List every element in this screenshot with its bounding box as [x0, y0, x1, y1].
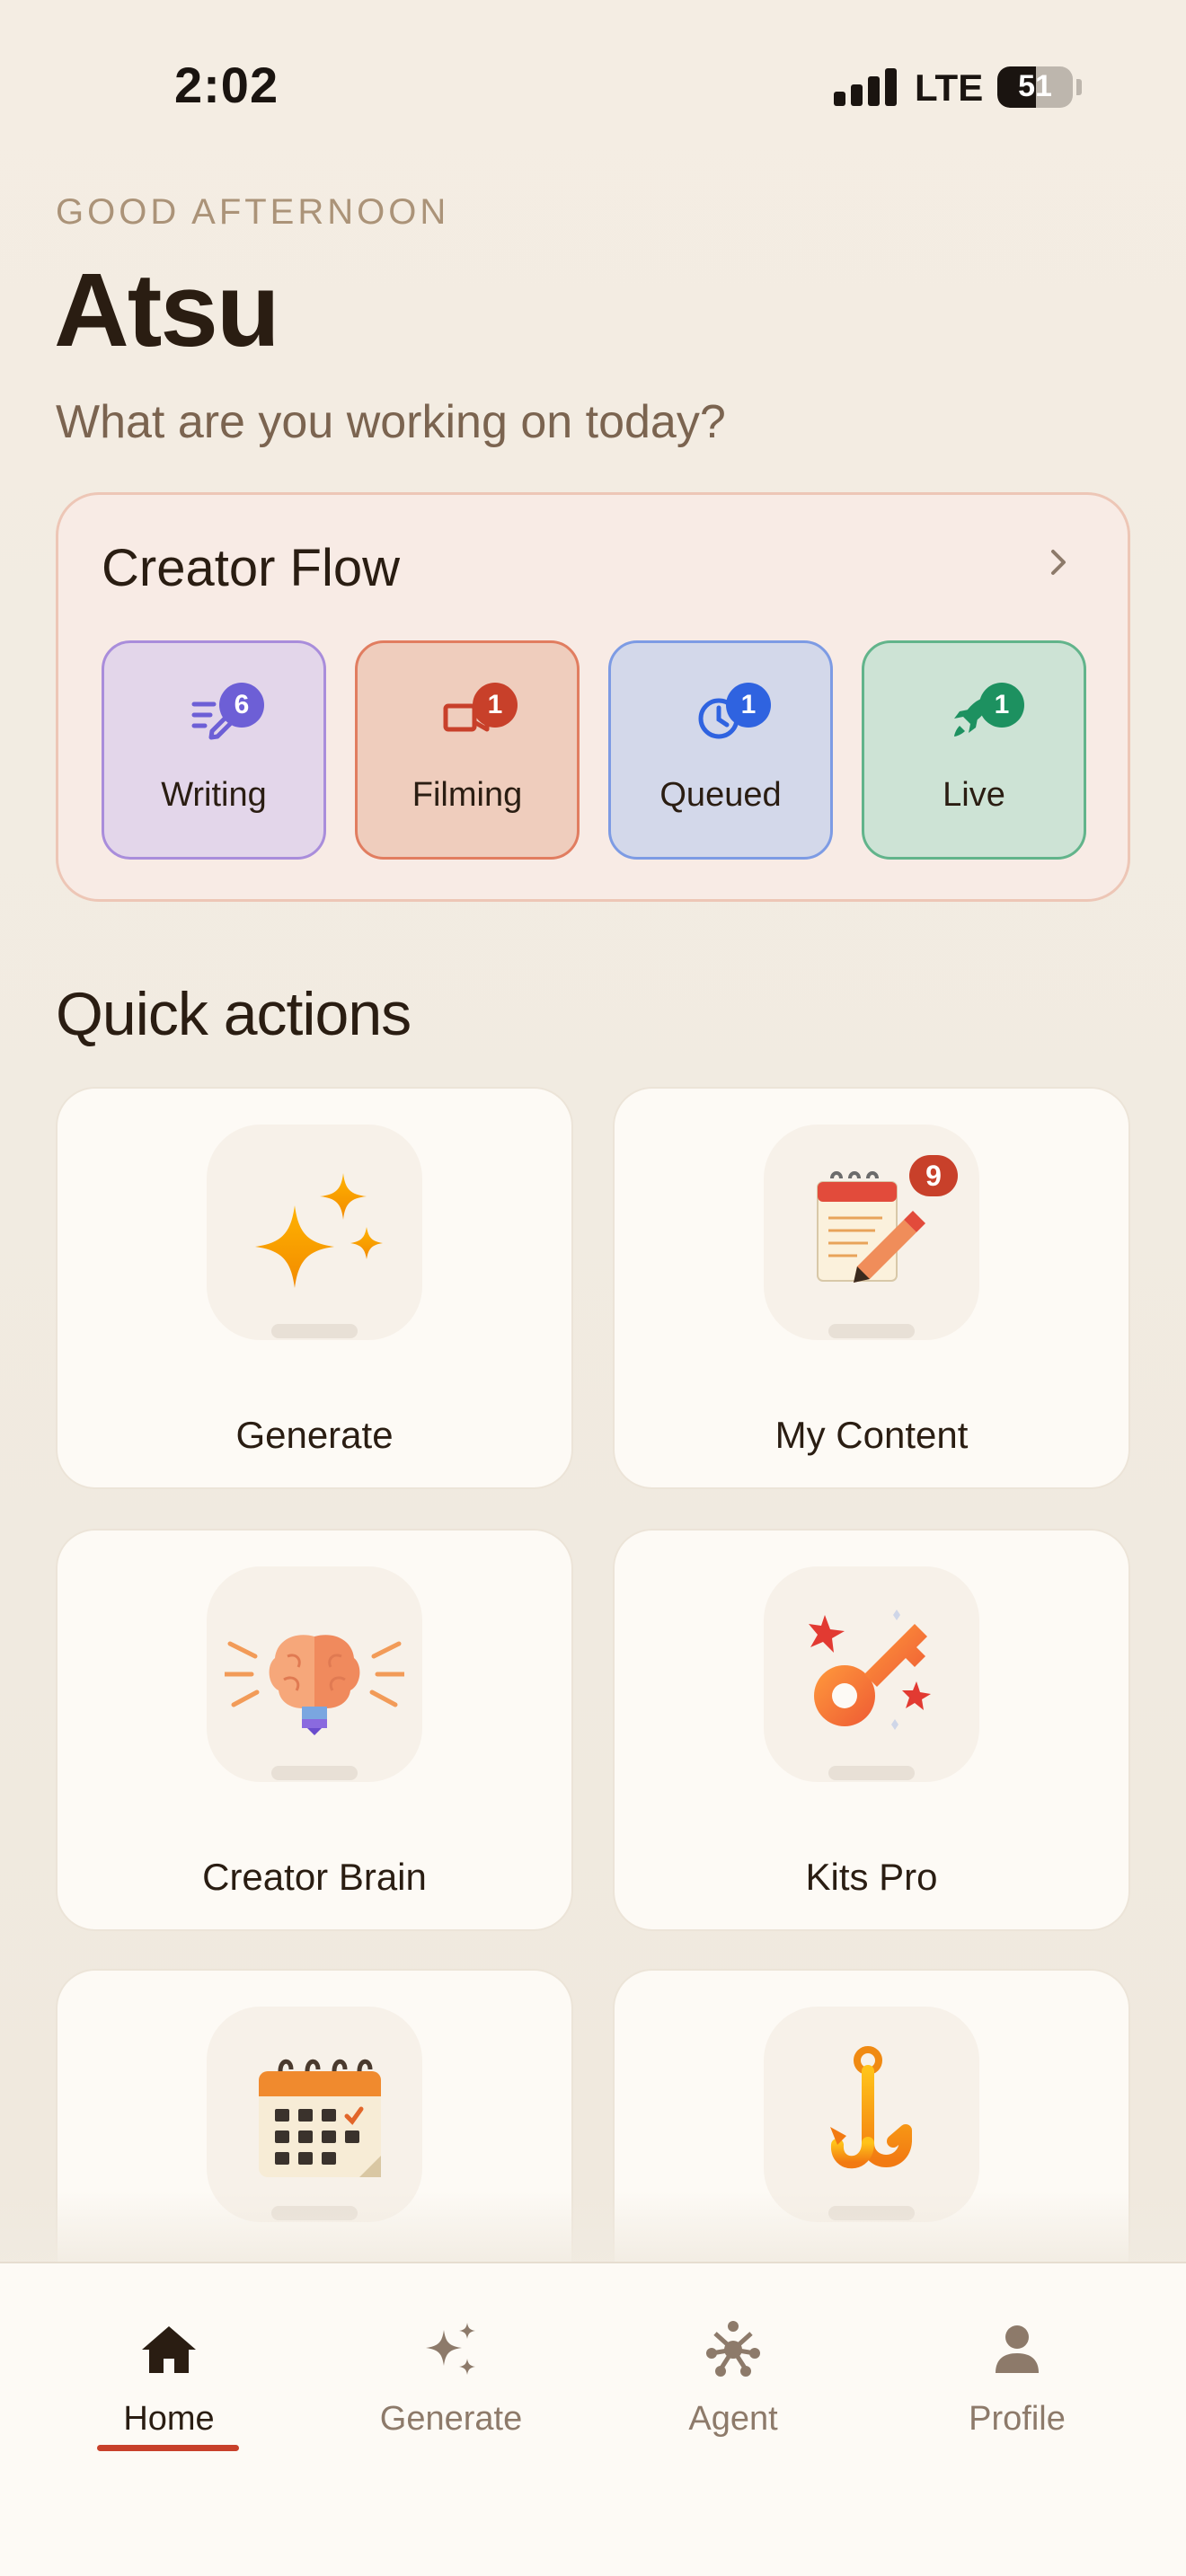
quick-action-label: Generate: [235, 1414, 394, 1456]
sparkles-icon: [426, 2323, 475, 2375]
creator-flow-card[interactable]: Creator Flow 6 Writing 1 Filming 1 Queue…: [56, 492, 1130, 902]
battery-icon: 51: [997, 66, 1073, 108]
quick-action-label: Kits Pro: [805, 1856, 938, 1898]
flow-stage-queued[interactable]: 1 Queued: [608, 640, 833, 860]
network-icon: [706, 2321, 760, 2377]
nav-label: Generate: [379, 2400, 523, 2438]
creator-flow-title: Creator Flow: [102, 539, 400, 597]
quick-action-kits-pro[interactable]: Kits Pro: [613, 1529, 1130, 1931]
nav-item-agent[interactable]: Agent: [625, 2317, 841, 2461]
flow-stage-writing[interactable]: 6 Writing: [102, 640, 326, 860]
quick-actions-heading: Quick actions: [56, 980, 412, 1048]
content-count-badge: 9: [909, 1155, 958, 1196]
stage-count-badge: 1: [726, 683, 771, 728]
stage-label: Writing: [161, 776, 267, 814]
status-time: 2:02: [174, 57, 279, 113]
stage-label: Live: [943, 776, 1005, 814]
icon-shadow: [271, 1324, 358, 1338]
icon-shadow: [828, 1766, 915, 1780]
key-icon: [809, 1610, 931, 1730]
stage-count-badge: 1: [979, 683, 1024, 728]
stage-count-badge: 1: [473, 683, 518, 728]
scroll-fade: [0, 2192, 1186, 2263]
nav-label: Profile: [969, 2400, 1066, 2438]
quick-action-my-content[interactable]: 9 My Content: [613, 1087, 1130, 1489]
icon-shadow: [271, 1766, 358, 1780]
battery-percent: 51: [1018, 69, 1052, 103]
stage-label: Queued: [659, 776, 782, 814]
greeting-subtitle: What are you working on today?: [56, 396, 726, 448]
nav-item-profile[interactable]: Profile: [909, 2317, 1125, 2461]
hook-icon: [830, 2046, 912, 2169]
chevron-right-icon[interactable]: [1043, 547, 1074, 578]
nav-label: Agent: [688, 2400, 778, 2438]
battery-tip: [1076, 79, 1082, 95]
flow-stage-filming[interactable]: 1 Filming: [355, 640, 580, 860]
status-bar: 2:02 LTE 51: [0, 0, 1186, 171]
nav-label: Home: [123, 2400, 215, 2438]
person-icon: [996, 2325, 1039, 2373]
nav-item-generate[interactable]: Generate: [343, 2317, 559, 2461]
calendar-icon: [259, 2059, 381, 2177]
greeting-eyebrow: GOOD AFTERNOON: [56, 192, 450, 232]
network-type: LTE: [915, 66, 984, 109]
cellular-signal-icon: [834, 66, 897, 106]
stage-label: Filming: [412, 776, 523, 814]
bottom-nav: Home Generate Agent Profile: [0, 2262, 1186, 2576]
quick-action-label: My Content: [774, 1414, 969, 1456]
icon-shadow: [828, 1324, 915, 1338]
quick-action-generate[interactable]: Generate: [56, 1087, 573, 1489]
nav-item-home[interactable]: Home: [61, 2317, 277, 2461]
home-icon: [142, 2326, 196, 2373]
sparkles-icon: [255, 1173, 383, 1288]
active-tab-indicator: [97, 2445, 239, 2451]
quick-action-creator-brain[interactable]: Creator Brain: [56, 1529, 573, 1931]
flow-stage-live[interactable]: 1 Live: [862, 640, 1086, 860]
user-name: Atsu: [54, 251, 280, 368]
quick-action-label: Creator Brain: [202, 1856, 427, 1898]
stage-count-badge: 6: [219, 683, 264, 728]
brain-lightbulb-icon: [225, 1635, 404, 1735]
